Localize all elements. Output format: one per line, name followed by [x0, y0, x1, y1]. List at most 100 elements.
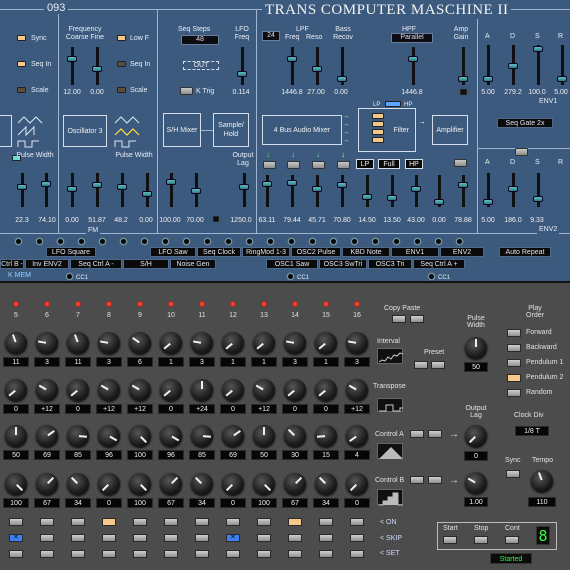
patch-jack[interactable]	[119, 237, 128, 246]
transpose-display[interactable]	[377, 398, 403, 412]
step-on-button[interactable]	[319, 518, 333, 526]
step-knob[interactable]	[253, 332, 275, 354]
output-lag-knob[interactable]	[465, 425, 487, 447]
patch-jack[interactable]	[350, 237, 359, 246]
output-lag-fader[interactable]	[243, 173, 246, 207]
patch-osc1-saw[interactable]: OSC1 Saw	[266, 259, 318, 269]
osc-fader-2[interactable]	[96, 173, 99, 207]
mix-fader-3-knob[interactable]	[312, 186, 322, 192]
seq-steps-display[interactable]: 48	[181, 35, 219, 45]
step-set-button[interactable]	[350, 550, 364, 558]
step-knob[interactable]	[284, 425, 306, 447]
osc-fader-3[interactable]	[121, 173, 124, 207]
patch-jack[interactable]	[35, 237, 44, 246]
scale-led[interactable]	[17, 87, 26, 93]
step-set-button[interactable]	[71, 550, 85, 558]
step-skip-button[interactable]	[164, 534, 178, 542]
patch-inv-env2[interactable]: Inv ENV2	[25, 259, 69, 269]
full-button[interactable]: Full	[378, 159, 400, 169]
step-knob[interactable]	[98, 379, 120, 401]
fine-fader-knob[interactable]	[92, 66, 102, 72]
pulse-width-knob[interactable]	[465, 337, 487, 359]
step-knob[interactable]	[129, 425, 151, 447]
filter-fader-4-knob[interactable]	[434, 199, 444, 205]
step-knob[interactable]	[67, 425, 89, 447]
sh-fader-1-knob[interactable]	[166, 179, 176, 185]
step-knob[interactable]	[160, 425, 182, 447]
osc-seq-in-led[interactable]	[117, 61, 126, 67]
control-a-button-1[interactable]	[410, 430, 424, 438]
step-knob[interactable]	[191, 473, 213, 495]
patch-jack[interactable]	[14, 237, 23, 246]
patch-lfo-square[interactable]: LFO Square	[46, 247, 96, 257]
step-skip-button[interactable]	[350, 534, 364, 542]
step-knob[interactable]	[67, 332, 89, 354]
step-knob[interactable]	[284, 473, 306, 495]
step-skip-button[interactable]	[257, 534, 271, 542]
patch-jack[interactable]	[203, 237, 212, 246]
output-lag-fader-knob[interactable]	[239, 184, 249, 190]
step-on-button[interactable]	[133, 518, 147, 526]
step-knob[interactable]	[284, 379, 306, 401]
coarse-fader[interactable]	[71, 47, 74, 85]
osc-fader-4-knob[interactable]	[142, 191, 152, 197]
step-skip-button[interactable]	[319, 534, 333, 542]
lpf-freq-fader[interactable]	[291, 47, 294, 85]
amp-button[interactable]	[454, 159, 467, 167]
seq-in-led[interactable]	[17, 61, 26, 67]
play-order-button[interactable]	[507, 389, 521, 397]
stop-button[interactable]	[474, 536, 488, 544]
mix-fader-1-knob[interactable]	[262, 181, 272, 187]
step-on-button[interactable]	[9, 518, 23, 526]
step-set-button[interactable]	[288, 550, 302, 558]
step-knob[interactable]	[284, 332, 306, 354]
osc-fader-3-knob[interactable]	[117, 184, 127, 190]
step-knob[interactable]	[129, 379, 151, 401]
step-set-button[interactable]	[164, 550, 178, 558]
lfo-mod-fader[interactable]	[45, 173, 48, 207]
lfo-freq-fader[interactable]	[241, 47, 244, 85]
lfo-pw-fader-knob[interactable]	[17, 184, 27, 190]
step-skip-button[interactable]	[133, 534, 147, 542]
step-knob[interactable]	[5, 332, 27, 354]
lpf-slope-display[interactable]: 24	[262, 31, 280, 41]
step-skip-button[interactable]	[226, 533, 240, 542]
patch-seq-clock[interactable]: Seq Clock	[197, 247, 241, 257]
sync-led[interactable]	[17, 35, 26, 41]
step-set-button[interactable]	[40, 550, 54, 558]
patch-seq-ctrl-a-minus[interactable]: Seq Ctrl A -	[70, 259, 122, 269]
patch-osc3-tri[interactable]: OSC3 Tri	[368, 259, 412, 269]
step-knob[interactable]	[346, 473, 368, 495]
patch-ringmod[interactable]: RingMod 1-3	[242, 247, 290, 257]
osc-scale-led[interactable]	[117, 87, 126, 93]
amp-fader-knob[interactable]	[458, 182, 468, 188]
step-on-button[interactable]	[257, 518, 271, 526]
step-on-button[interactable]	[350, 518, 364, 526]
sh-fader-2-knob[interactable]	[191, 188, 201, 194]
paste-button[interactable]	[410, 315, 424, 323]
step-on-button[interactable]	[288, 518, 302, 526]
lfo-mod-fader-knob[interactable]	[41, 181, 51, 187]
step-skip-button[interactable]	[71, 534, 85, 542]
lpf-freq-fader-knob[interactable]	[287, 56, 297, 62]
play-order-button[interactable]	[507, 329, 521, 337]
step-knob[interactable]	[67, 379, 89, 401]
mix-fader-4-knob[interactable]	[337, 182, 347, 188]
step-set-button[interactable]	[9, 550, 23, 558]
patch-jack[interactable]	[308, 237, 317, 246]
step-knob[interactable]	[36, 425, 58, 447]
sync-button[interactable]	[506, 470, 520, 478]
osc-fader-2-knob[interactable]	[92, 182, 102, 188]
auto-repeat-display[interactable]: Auto Repeat	[499, 247, 551, 257]
preset-button-1[interactable]	[414, 361, 428, 369]
filter-route-4[interactable]	[372, 137, 384, 143]
patch-osc2-pulse[interactable]: OSC2 Pulse	[291, 247, 341, 257]
patch-sh[interactable]: S/H	[123, 259, 169, 269]
patch-osc3-swtri[interactable]: OSC3 SwTri	[319, 259, 367, 269]
step-knob[interactable]	[5, 425, 27, 447]
step-set-button[interactable]	[102, 550, 116, 558]
step-knob[interactable]	[222, 332, 244, 354]
step-knob[interactable]	[98, 473, 120, 495]
patch-jack[interactable]	[434, 237, 443, 246]
step-knob[interactable]	[160, 473, 182, 495]
